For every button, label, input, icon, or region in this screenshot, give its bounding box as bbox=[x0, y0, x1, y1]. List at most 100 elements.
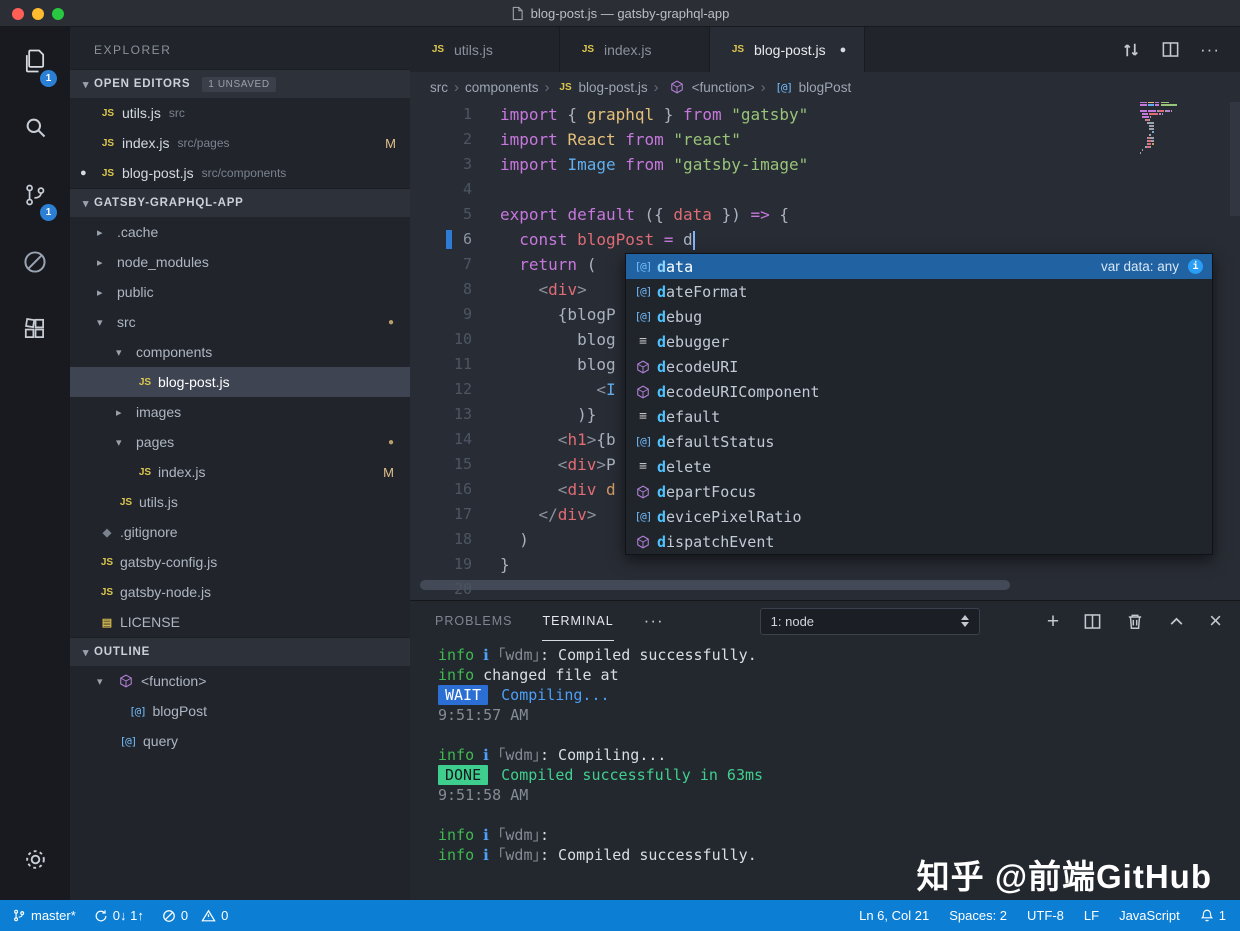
terminal-text: changed file at bbox=[474, 666, 619, 684]
code-token: from bbox=[625, 130, 664, 149]
suggestion-dispatchevent[interactable]: dispatchEvent bbox=[626, 529, 1212, 554]
horizontal-scrollbar[interactable] bbox=[420, 580, 1010, 590]
code-token: import bbox=[500, 105, 558, 124]
minimap[interactable] bbox=[1140, 102, 1224, 158]
tree-item-src[interactable]: ▾src● bbox=[70, 307, 410, 337]
tree-item-images[interactable]: ▸images bbox=[70, 397, 410, 427]
modified-dot: ● bbox=[388, 317, 394, 328]
suggestion-departfocus[interactable]: departFocus bbox=[626, 479, 1212, 504]
outline-header[interactable]: ▾ OUTLINE bbox=[70, 637, 410, 666]
tab-problems[interactable]: PROBLEMS bbox=[435, 601, 512, 641]
kill-terminal-button[interactable] bbox=[1126, 612, 1144, 631]
open-editors-header[interactable]: ▾ OPEN EDITORS 1 UNSAVED bbox=[70, 69, 410, 98]
suggestion-label: debug bbox=[657, 308, 702, 326]
open-editor-utils-js[interactable]: JSutils.jssrc bbox=[70, 98, 410, 128]
compare-changes-icon[interactable] bbox=[1121, 40, 1141, 60]
tree-item-index-js[interactable]: JSindex.jsM bbox=[70, 457, 410, 487]
suggestion-debug[interactable]: [@]debug bbox=[626, 304, 1212, 329]
suggestion-delete[interactable]: ≡delete bbox=[626, 454, 1212, 479]
split-editor-icon[interactable] bbox=[1161, 40, 1180, 59]
outline-item-query[interactable]: [@]query bbox=[70, 726, 410, 756]
terminal-select[interactable]: 1: node bbox=[760, 608, 980, 635]
code-line-5[interactable]: 5export default ({ data }) => { bbox=[410, 202, 1240, 227]
zoom-window-button[interactable] bbox=[52, 8, 64, 20]
code-line-19[interactable]: 19} bbox=[410, 552, 1240, 577]
tree-item-gitignore[interactable]: ◆.gitignore bbox=[70, 517, 410, 547]
code-line-6[interactable]: 6 const blogPost = d bbox=[410, 227, 1240, 252]
code-token: from bbox=[683, 105, 722, 124]
close-panel-button[interactable]: × bbox=[1209, 610, 1222, 632]
suggestion-defaultstatus[interactable]: [@]defaultStatus bbox=[626, 429, 1212, 454]
code-text: return ( bbox=[472, 252, 596, 277]
breadcrumb-item-function[interactable]: <function> bbox=[665, 80, 755, 95]
tree-item-pages[interactable]: ▾pages● bbox=[70, 427, 410, 457]
suggestion-default[interactable]: ≡default bbox=[626, 404, 1212, 429]
sync-item[interactable]: 0↓ 1↑ bbox=[94, 908, 144, 923]
variable-icon: [@] bbox=[631, 510, 655, 523]
outline-item-blogpost[interactable]: [@]blogPost bbox=[70, 696, 410, 726]
tab-terminal[interactable]: TERMINAL bbox=[542, 601, 613, 641]
project-header[interactable]: ▾ GATSBY-GRAPHQL-APP bbox=[70, 188, 410, 217]
code-editor[interactable]: 1import { graphql } from "gatsby"2import… bbox=[410, 102, 1240, 600]
code-text: import { graphql } from "gatsby" bbox=[472, 102, 808, 127]
warnings-icon bbox=[201, 909, 216, 923]
notifications-item[interactable]: 1 bbox=[1200, 908, 1226, 923]
terminal-text: info bbox=[438, 646, 474, 664]
eol-item[interactable]: LF bbox=[1084, 908, 1099, 923]
suggestion-debugger[interactable]: ≡debugger bbox=[626, 329, 1212, 354]
tab-blog-post-js[interactable]: JSblog-post.js● bbox=[710, 27, 865, 72]
search-view-button[interactable] bbox=[0, 94, 70, 161]
panel-more-icon[interactable]: ··· bbox=[644, 611, 664, 631]
breadcrumb-item-blogpost[interactable]: [@]blogPost bbox=[772, 80, 852, 95]
vertical-scrollbar[interactable] bbox=[1230, 102, 1240, 216]
code-line-3[interactable]: 3import Image from "gatsby-image" bbox=[410, 152, 1240, 177]
git-branch-item[interactable]: master* bbox=[12, 908, 76, 923]
split-terminal-button[interactable] bbox=[1083, 612, 1102, 631]
terminal-line: info ℹ ｢wdm｣: Compiled successfully. bbox=[438, 645, 1240, 665]
suggestion-decodeuri[interactable]: decodeURI bbox=[626, 354, 1212, 379]
tree-item-utils-js[interactable]: JSutils.js bbox=[70, 487, 410, 517]
explorer-view-button[interactable]: 1 bbox=[0, 27, 70, 94]
indentation-item[interactable]: Spaces: 2 bbox=[949, 908, 1007, 923]
tree-item-license[interactable]: ▤LICENSE bbox=[70, 607, 410, 637]
suggestion-dateformat[interactable]: [@]dateFormat bbox=[626, 279, 1212, 304]
code-line-1[interactable]: 1import { graphql } from "gatsby" bbox=[410, 102, 1240, 127]
tab-index-js[interactable]: JSindex.js bbox=[560, 27, 710, 72]
tree-item-public[interactable]: ▸public bbox=[70, 277, 410, 307]
tree-item-components[interactable]: ▾components bbox=[70, 337, 410, 367]
new-terminal-button[interactable]: + bbox=[1047, 611, 1059, 632]
extensions-view-button[interactable] bbox=[0, 295, 70, 362]
outline-item-function[interactable]: ▾<function> bbox=[70, 666, 410, 696]
cursor-position-item[interactable]: Ln 6, Col 21 bbox=[859, 908, 929, 923]
suggestion-data[interactable]: [@]datavar data: anyi bbox=[626, 254, 1212, 279]
code-line-2[interactable]: 2import React from "react" bbox=[410, 127, 1240, 152]
tree-item-blog-post-js[interactable]: JSblog-post.js bbox=[70, 367, 410, 397]
close-window-button[interactable] bbox=[12, 8, 24, 20]
suggestion-devicepixelratio[interactable]: [@]devicePixelRatio bbox=[626, 504, 1212, 529]
settings-button[interactable] bbox=[0, 834, 70, 884]
info-icon[interactable]: i bbox=[1188, 259, 1203, 274]
suggestion-decodeuricomponent[interactable]: decodeURIComponent bbox=[626, 379, 1212, 404]
more-actions-icon[interactable]: ··· bbox=[1200, 40, 1220, 60]
tree-item-cache[interactable]: ▸.cache bbox=[70, 217, 410, 247]
breadcrumb-item-components[interactable]: components bbox=[465, 80, 539, 95]
tree-item-node-modules[interactable]: ▸node_modules bbox=[70, 247, 410, 277]
source-control-view-button[interactable]: 1 bbox=[0, 161, 70, 228]
breadcrumb-item-src[interactable]: src bbox=[430, 80, 448, 95]
open-editor-index-js[interactable]: JSindex.jssrc/pagesM bbox=[70, 128, 410, 158]
debug-view-button[interactable] bbox=[0, 228, 70, 295]
tree-item-gatsby-node-js[interactable]: JSgatsby-node.js bbox=[70, 577, 410, 607]
breadcrumb-item-blog-post-js[interactable]: JSblog-post.js bbox=[556, 80, 648, 95]
code-line-4[interactable]: 4 bbox=[410, 177, 1240, 202]
minimize-window-button[interactable] bbox=[32, 8, 44, 20]
maximize-panel-button[interactable] bbox=[1168, 613, 1185, 630]
problems-item[interactable]: 0 0 bbox=[162, 908, 228, 923]
chevron-down-icon: ▾ bbox=[116, 346, 133, 359]
tab-utils-js[interactable]: JSutils.js bbox=[410, 27, 560, 72]
sync-counts: 0↓ 1↑ bbox=[113, 908, 144, 923]
terminal-text: ℹ bbox=[474, 846, 498, 864]
language-item[interactable]: JavaScript bbox=[1119, 908, 1180, 923]
encoding-item[interactable]: UTF-8 bbox=[1027, 908, 1064, 923]
tree-item-gatsby-config-js[interactable]: JSgatsby-config.js bbox=[70, 547, 410, 577]
open-editor-blog-post-js[interactable]: ●JSblog-post.jssrc/components bbox=[70, 158, 410, 188]
